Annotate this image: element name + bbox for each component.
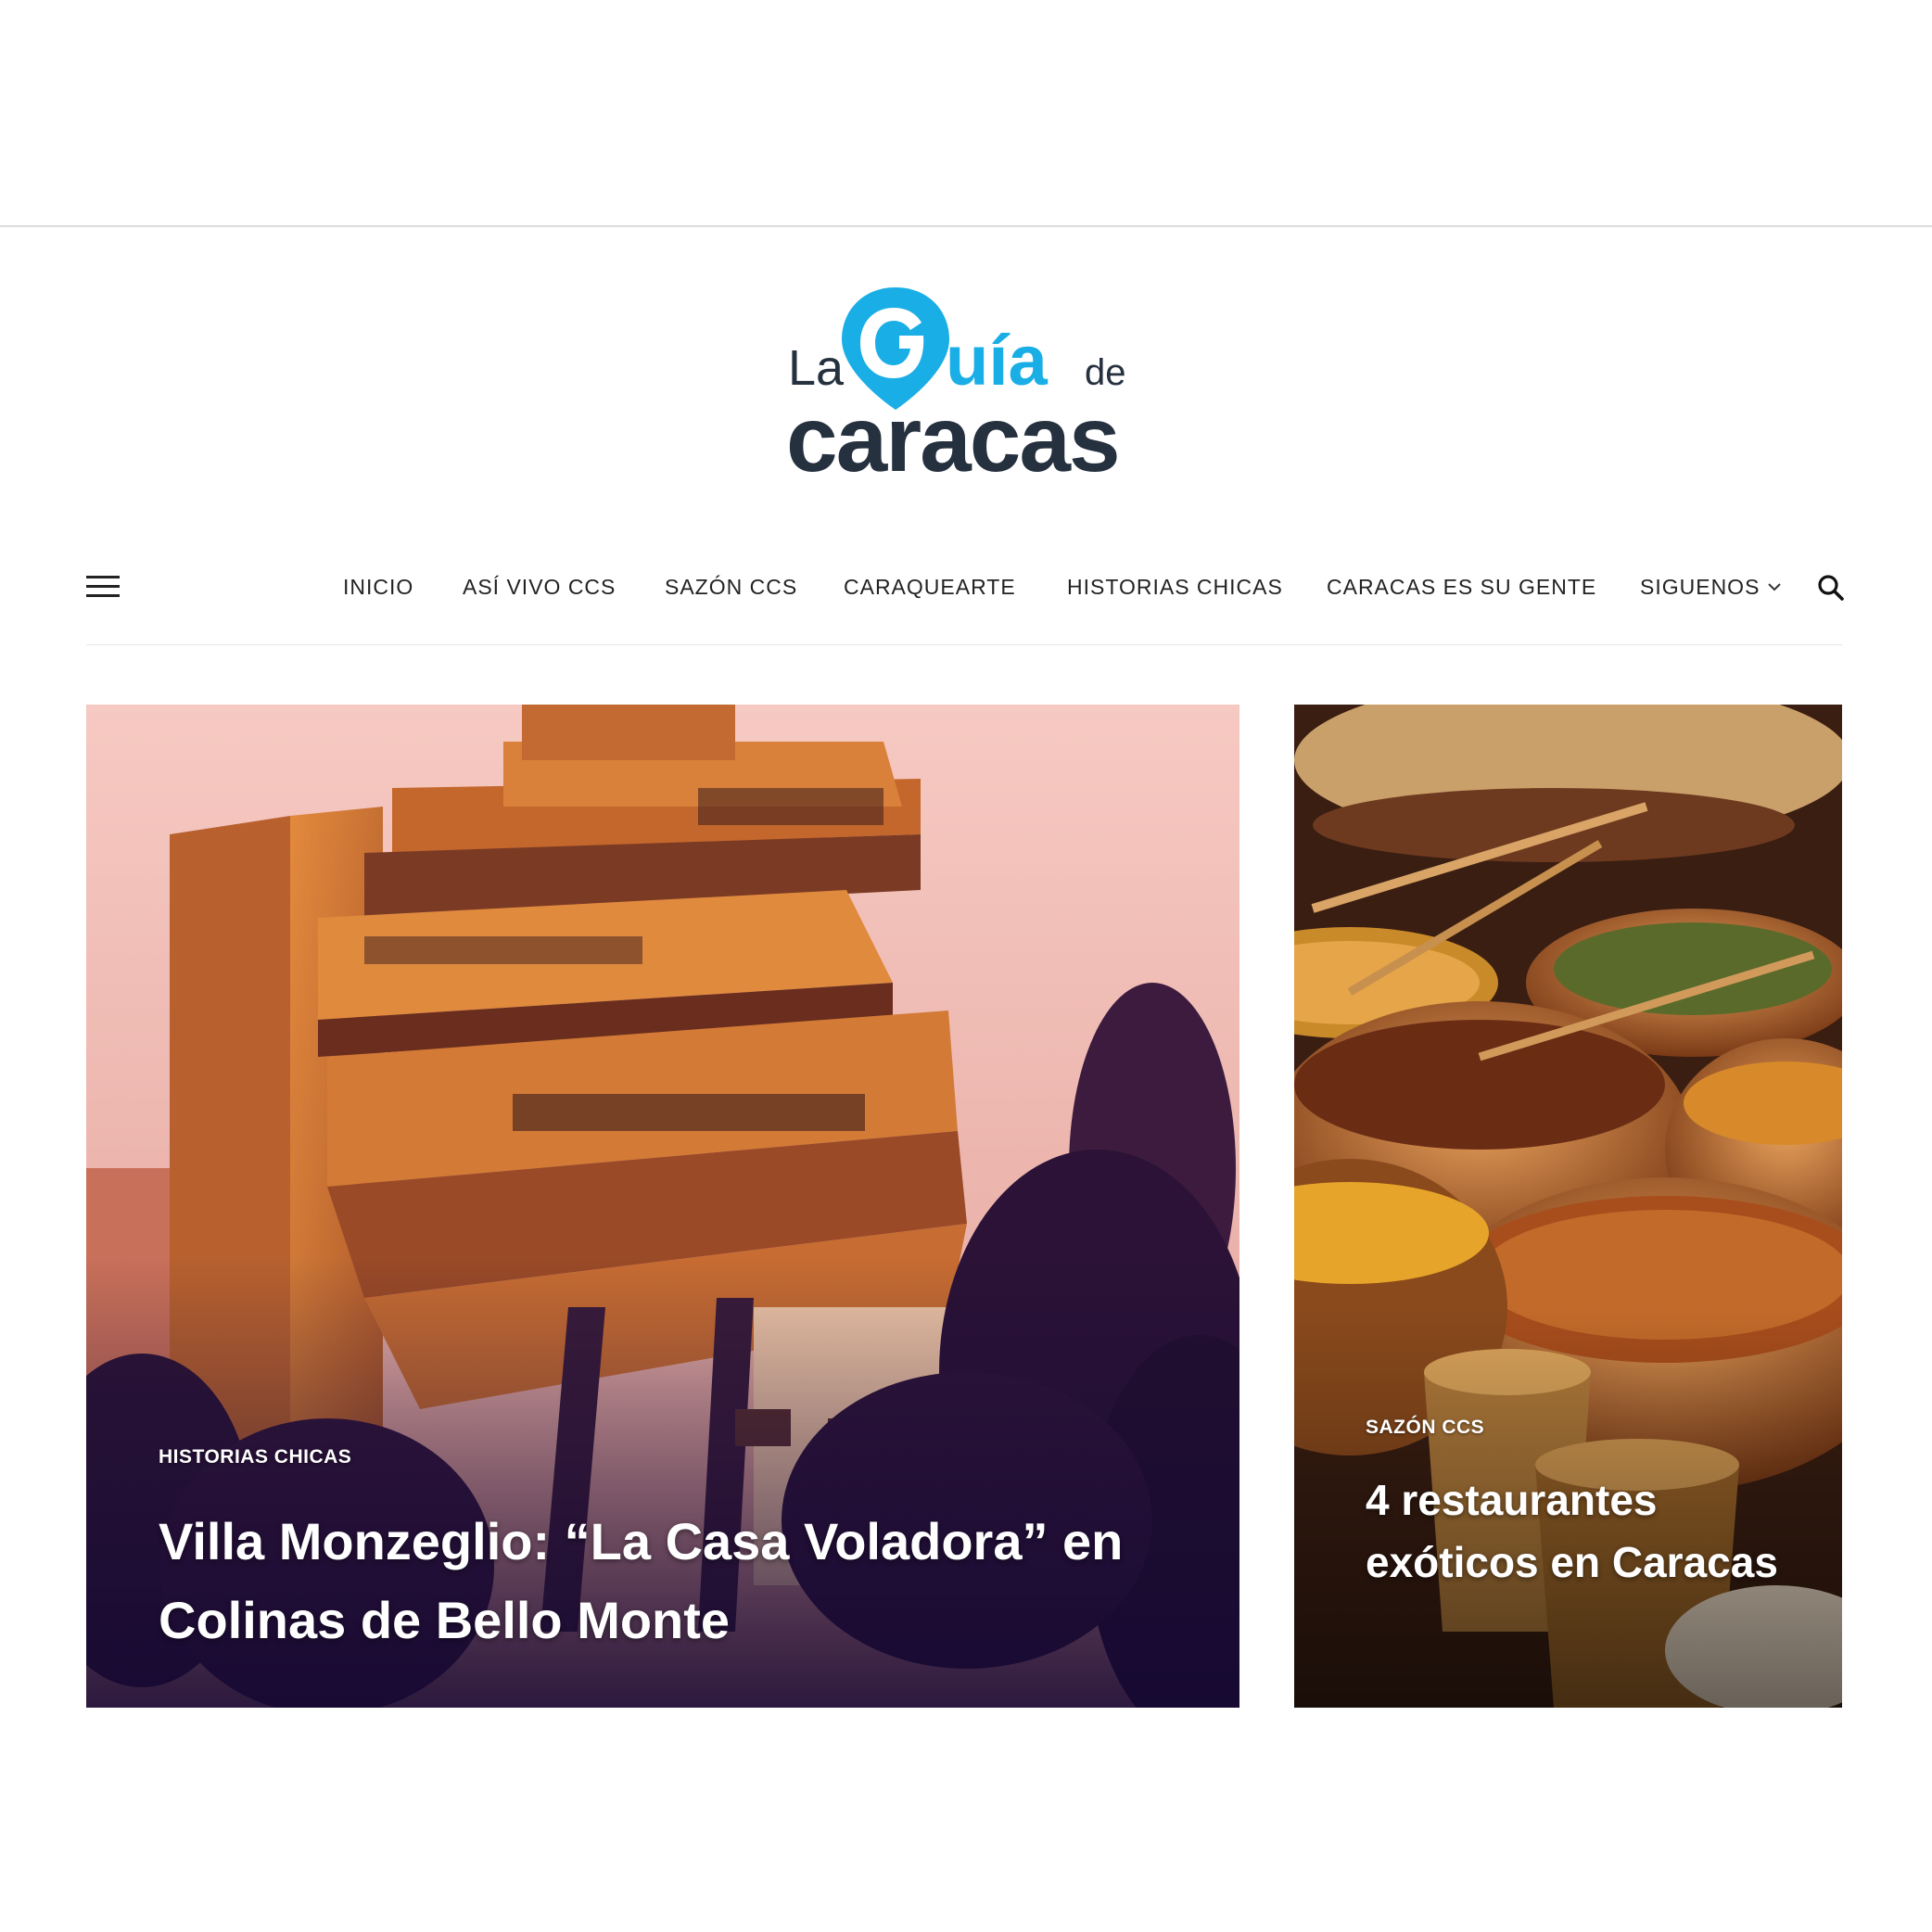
post-title[interactable]: Villa Monzeglio: “La Casa Voladora” en C… bbox=[159, 1502, 1197, 1659]
hamburger-menu-icon[interactable] bbox=[86, 576, 120, 600]
featured-post-main[interactable]: HISTORIAS CHICAS Villa Monzeglio: “La Ca… bbox=[86, 705, 1239, 1708]
featured-post-side[interactable]: SAZÓN CCS 4 restaurantes exóticos en Car… bbox=[1294, 705, 1842, 1708]
nav-item-sazon-ccs[interactable]: SAZÓN CCS bbox=[665, 575, 797, 600]
main-nav: INICIO ASÍ VIVO CCS SAZÓN CCS CARAQUEART… bbox=[86, 556, 1844, 621]
post-category[interactable]: SAZÓN CCS bbox=[1366, 1417, 1484, 1439]
page: La uía de caracas INICIO ASÍ VIVO CCS SA… bbox=[0, 0, 1932, 1932]
post-category[interactable]: HISTORIAS CHICAS bbox=[159, 1446, 351, 1468]
logo-caracas-text: caracas bbox=[786, 388, 1119, 482]
logo-graphic: La uía de caracas bbox=[786, 287, 1126, 482]
nav-item-siguenos[interactable]: SIGUENOS bbox=[1640, 575, 1760, 600]
nav-item-inicio[interactable]: INICIO bbox=[343, 575, 413, 600]
chevron-down-icon[interactable] bbox=[1764, 577, 1785, 597]
search-icon[interactable] bbox=[1816, 573, 1846, 603]
site-logo[interactable]: La uía de caracas bbox=[786, 278, 1148, 482]
nav-item-caracas-es-su-gente[interactable]: CARACAS ES SU GENTE bbox=[1327, 575, 1596, 600]
nav-item-caraquearte[interactable]: CARAQUEARTE bbox=[844, 575, 1016, 600]
post-title[interactable]: 4 restaurantes exóticos en Caracas bbox=[1366, 1469, 1792, 1594]
nav-item-historias-chicas[interactable]: HISTORIAS CHICAS bbox=[1067, 575, 1283, 600]
nav-item-asi-vivo-ccs[interactable]: ASÍ VIVO CCS bbox=[463, 575, 616, 600]
top-divider bbox=[0, 225, 1932, 227]
nav-divider bbox=[86, 644, 1842, 645]
